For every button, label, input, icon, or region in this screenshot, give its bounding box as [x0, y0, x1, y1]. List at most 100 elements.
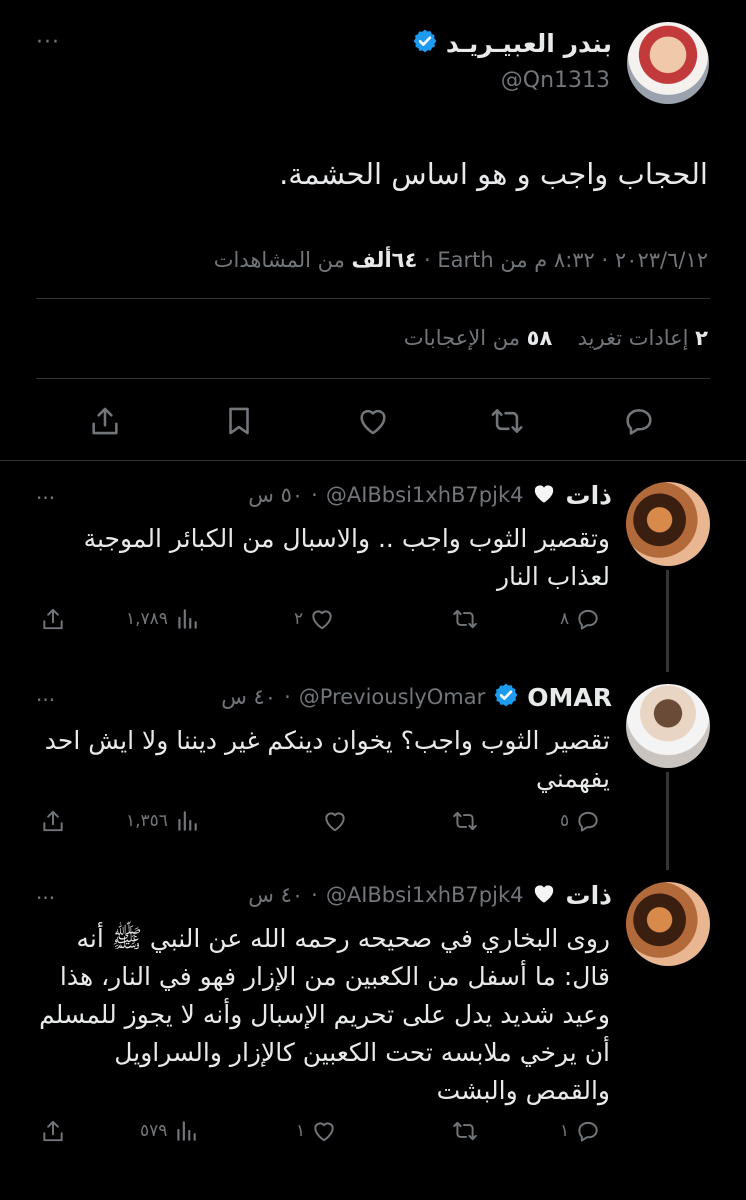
share-button[interactable]	[40, 1118, 66, 1144]
reply-time[interactable]: ٥٠ س	[248, 483, 303, 507]
reply-button[interactable]	[622, 404, 656, 438]
reply-time[interactable]: ٤٠ س	[248, 883, 303, 907]
reply-header: OMAR @PreviouslyOmar · ٤٠ س	[221, 682, 612, 712]
meta-dot: ·	[311, 483, 318, 507]
reply-icon	[578, 609, 598, 630]
reply-action[interactable]: ١	[560, 1118, 601, 1144]
meta-dot: ·	[417, 248, 431, 272]
reply-handle[interactable]: @AIBbsi1xhB7pjk4	[326, 483, 524, 507]
more-options-button[interactable]: ···	[36, 886, 55, 910]
reply-avatar[interactable]	[626, 882, 710, 966]
retweets-stat[interactable]: ٢ إعادات تغريد	[571, 326, 708, 350]
views-action[interactable]: ١,٧٨٩	[126, 606, 200, 632]
reply-display-name[interactable]: ذات	[565, 881, 612, 910]
retweet-action[interactable]	[446, 1118, 478, 1144]
white-heart-icon	[531, 480, 557, 510]
author-handle: @Qn1313	[500, 68, 610, 93]
share-icon	[43, 1120, 63, 1142]
reply-avatar[interactable]	[626, 482, 710, 566]
likes-label: من الإعجابات	[403, 326, 520, 350]
retweets-count: ٢	[695, 326, 708, 350]
divider	[0, 460, 746, 461]
views-label: من المشاهدات	[213, 248, 345, 272]
retweet-icon	[453, 811, 477, 831]
meta-dot: ·	[311, 883, 318, 907]
share-button[interactable]	[40, 606, 66, 632]
tweet-stats: ٢ إعادات تغريد ٥٨ من الإعجابات	[404, 326, 708, 350]
retweets-label: إعادات تغريد	[577, 326, 689, 350]
tweet-date[interactable]: ٢٠٢٣/٦/١٢	[615, 248, 708, 272]
reply-icon	[626, 409, 652, 435]
tweet-meta: ٢٠٢٣/٦/١٢ · ٨:٣٢ م من Earth · ٦٤ألف من ا…	[214, 248, 708, 272]
views-count: ٥٧٩	[140, 1121, 168, 1141]
reply-count: ٥	[560, 811, 570, 831]
verified-badge-icon	[412, 28, 438, 58]
author-name-row[interactable]: بندر العبيـريـد	[412, 28, 612, 58]
views-action[interactable]: ٥٧٩	[140, 1118, 199, 1144]
heart-icon	[360, 409, 386, 435]
more-options-button[interactable]: ···	[36, 688, 55, 712]
reply-action[interactable]: ٥	[560, 808, 601, 834]
share-icon	[43, 608, 63, 630]
like-action[interactable]: ١	[296, 1118, 337, 1144]
divider	[36, 298, 710, 299]
bookmark-icon	[229, 407, 249, 435]
reply-handle[interactable]: @PreviouslyOmar	[299, 685, 486, 709]
views-count: ١,٣٥٦	[126, 811, 168, 831]
like-count: ٢	[294, 609, 304, 629]
like-action[interactable]: ٢	[294, 606, 335, 632]
white-heart-icon	[531, 880, 557, 910]
like-button[interactable]	[356, 404, 390, 438]
meta-dot: ·	[594, 248, 609, 272]
reply-action[interactable]: ٨	[560, 606, 601, 632]
author-avatar[interactable]	[627, 22, 709, 104]
retweet-action[interactable]	[446, 808, 478, 834]
share-button[interactable]	[88, 404, 122, 438]
bookmark-button[interactable]	[222, 404, 256, 438]
reply-avatar[interactable]	[626, 684, 710, 768]
heart-icon	[314, 1122, 334, 1142]
heart-icon	[312, 610, 332, 630]
meta-dot: ·	[284, 685, 291, 709]
retweet-icon	[453, 1121, 477, 1141]
reply-display-name[interactable]: OMAR	[527, 683, 612, 712]
reply-handle[interactable]: @AIBbsi1xhB7pjk4	[326, 883, 524, 907]
reply-text: تقصير الثوب واجب؟ يخوان دينكم غير ديننا …	[44, 726, 610, 793]
likes-count: ٥٨	[526, 326, 553, 350]
reply-display-name[interactable]: ذات	[565, 481, 612, 510]
retweet-icon	[453, 609, 477, 629]
reply-count: ١	[560, 1121, 570, 1141]
verified-badge-icon	[493, 682, 519, 712]
share-icon	[92, 407, 118, 435]
views-chart-icon	[178, 811, 197, 831]
likes-stat[interactable]: ٥٨ من الإعجابات	[404, 326, 553, 350]
reply-icon	[578, 1121, 598, 1142]
like-action[interactable]	[316, 808, 348, 834]
author-display-name: بندر العبيـريـد	[445, 28, 612, 58]
reply-header: ذات @AIBbsi1xhB7pjk4 · ٤٠ س	[248, 880, 612, 910]
share-button[interactable]	[40, 808, 66, 834]
reply-icon	[578, 811, 598, 832]
reply-header: ذات @AIBbsi1xhB7pjk4 · ٥٠ س	[248, 480, 612, 510]
reply-text: وتقصير الثوب واجب .. والاسبال من الكبائر…	[83, 524, 610, 591]
divider	[36, 378, 710, 379]
views-count: ١,٧٨٩	[126, 609, 168, 629]
retweet-button[interactable]	[490, 404, 524, 438]
more-options-button[interactable]: ···	[36, 30, 60, 55]
reply-count: ٨	[560, 609, 570, 629]
tweet-time-source[interactable]: ٨:٣٢ م من Earth	[437, 248, 595, 272]
views-chart-icon	[177, 1121, 197, 1141]
thread-line	[666, 570, 669, 672]
retweet-icon	[491, 409, 523, 433]
reply-time[interactable]: ٤٠ س	[221, 685, 276, 709]
thread-line	[666, 772, 669, 870]
views-action[interactable]: ١,٣٥٦	[126, 808, 200, 834]
like-count: ١	[296, 1121, 306, 1141]
views-chart-icon	[178, 609, 197, 629]
views-count: ٦٤ألف	[351, 248, 418, 272]
reply-text: روى البخاري في صحيحه رحمه الله عن النبي …	[39, 924, 610, 1105]
more-options-button[interactable]: ···	[36, 486, 55, 510]
heart-icon	[325, 812, 345, 832]
main-tweet-text: الحجاب واجب و هو اساس الحشمة.	[279, 157, 708, 191]
retweet-action[interactable]	[446, 606, 478, 632]
